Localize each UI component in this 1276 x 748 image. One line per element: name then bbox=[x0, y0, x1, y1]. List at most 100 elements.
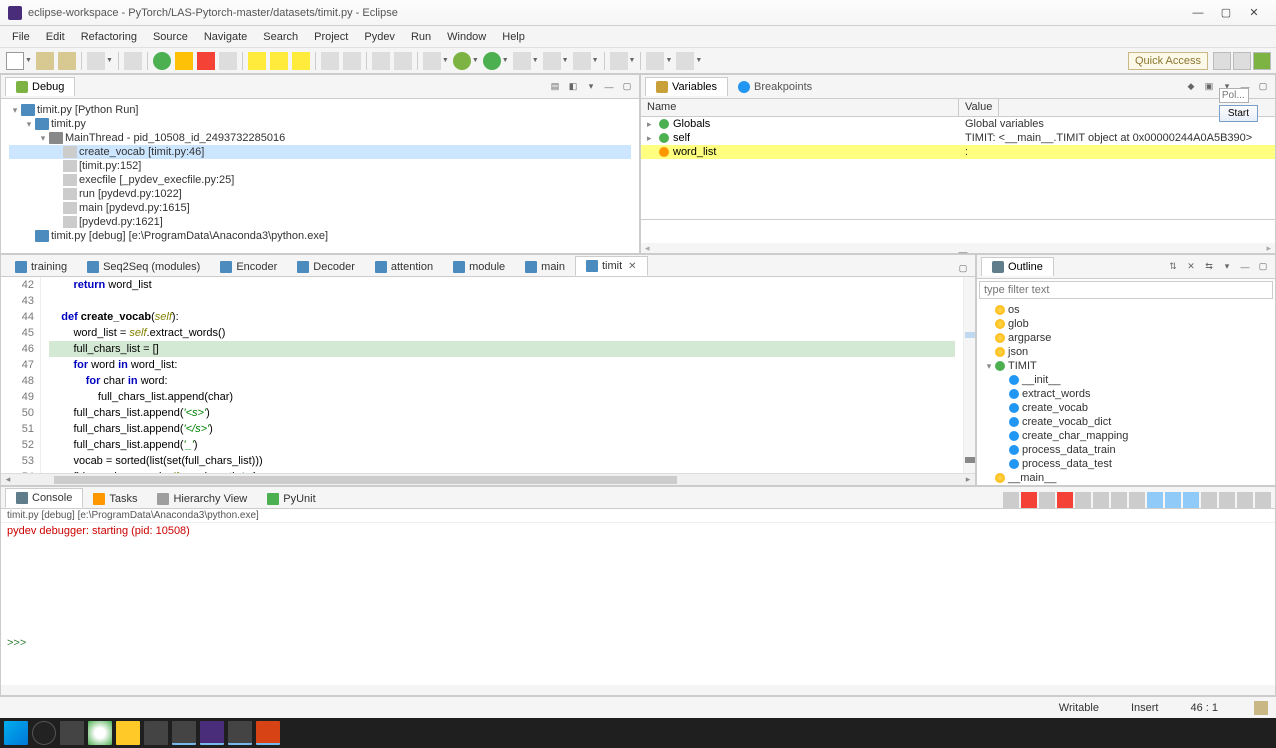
console-tab[interactable]: Console bbox=[5, 488, 83, 508]
stack-frame[interactable]: create_vocab [timit.py:46] bbox=[9, 145, 631, 159]
outline-item[interactable]: argparse bbox=[981, 331, 1271, 345]
outline-item[interactable]: __init__ bbox=[981, 373, 1271, 387]
pol-input[interactable] bbox=[1219, 88, 1249, 103]
debug-stack-tree[interactable]: ▾timit.py [Python Run]▾timit.py▾MainThre… bbox=[1, 99, 639, 253]
status-icon[interactable] bbox=[1254, 701, 1268, 715]
sort-icon[interactable]: ⇅ bbox=[1165, 259, 1181, 275]
editor-tab-seq2seq-modules-[interactable]: Seq2Seq (modules) bbox=[77, 258, 210, 276]
forward-icon[interactable] bbox=[676, 52, 694, 70]
variable-row[interactable]: word_list: bbox=[641, 145, 1275, 159]
stack-frame[interactable]: ▾MainThread - pid_10508_id_2493732285016 bbox=[9, 131, 631, 145]
minimize-button[interactable]: — bbox=[1184, 2, 1212, 24]
disconnect-icon[interactable] bbox=[219, 52, 237, 70]
debug-tab[interactable]: Debug bbox=[5, 77, 75, 96]
terminate-icon[interactable] bbox=[197, 52, 215, 70]
menu-pydev[interactable]: Pydev bbox=[356, 29, 403, 45]
variables-tab[interactable]: Variables bbox=[645, 77, 728, 96]
terminate2-icon[interactable] bbox=[1021, 492, 1037, 508]
stack-frame[interactable]: ▾timit.py [Python Run] bbox=[9, 103, 631, 117]
outline-item[interactable]: glob bbox=[981, 317, 1271, 331]
app1-icon[interactable] bbox=[172, 721, 196, 745]
hide-icon[interactable]: ✕ bbox=[1183, 259, 1199, 275]
clear-console-icon[interactable] bbox=[1003, 492, 1019, 508]
step-over-icon[interactable] bbox=[270, 52, 288, 70]
eclipse-taskbar-icon[interactable] bbox=[200, 721, 224, 745]
display-icon[interactable] bbox=[1129, 492, 1145, 508]
remove-all-icon[interactable] bbox=[1057, 492, 1073, 508]
emax-icon[interactable]: ▢ bbox=[955, 260, 971, 276]
set-next-icon[interactable] bbox=[372, 52, 390, 70]
resume-icon[interactable] bbox=[153, 52, 171, 70]
editor-tab-main[interactable]: main bbox=[515, 258, 575, 276]
variables-body[interactable]: ▸GlobalsGlobal variables▸selfTIMIT: <__m… bbox=[641, 117, 1275, 219]
menu-refactoring[interactable]: Refactoring bbox=[73, 29, 145, 45]
new-icon[interactable] bbox=[6, 52, 24, 70]
task-view-icon[interactable] bbox=[60, 721, 84, 745]
col-value[interactable]: Value bbox=[959, 99, 999, 116]
store-icon[interactable] bbox=[144, 721, 168, 745]
outline-item[interactable]: create_vocab bbox=[981, 401, 1271, 415]
suspend-icon[interactable] bbox=[175, 52, 193, 70]
cmenu-icon[interactable] bbox=[1219, 492, 1235, 508]
tool-icon[interactable] bbox=[423, 52, 441, 70]
close-button[interactable]: ✕ bbox=[1240, 2, 1268, 24]
outline-item[interactable]: create_char_mapping bbox=[981, 429, 1271, 443]
editor-tab-encoder[interactable]: Encoder bbox=[210, 258, 287, 276]
menu-edit[interactable]: Edit bbox=[38, 29, 73, 45]
btn1-icon[interactable] bbox=[1147, 492, 1163, 508]
max-icon[interactable]: ▢ bbox=[619, 79, 635, 95]
minimize-view-icon[interactable]: ▾ bbox=[583, 79, 599, 95]
menu-navigate[interactable]: Navigate bbox=[196, 29, 255, 45]
editor-tab-decoder[interactable]: Decoder bbox=[287, 258, 365, 276]
stack-frame[interactable]: execfile [_pydev_execfile.py:25] bbox=[9, 173, 631, 187]
cmin-icon[interactable] bbox=[1237, 492, 1253, 508]
outline-item[interactable]: json bbox=[981, 345, 1271, 359]
console-output-area[interactable]: pydev debugger: starting (pid: 10508) >>… bbox=[1, 523, 1275, 685]
coverage-icon[interactable] bbox=[513, 52, 531, 70]
step-return-icon[interactable] bbox=[292, 52, 310, 70]
menu-source[interactable]: Source bbox=[145, 29, 196, 45]
outline-item[interactable]: os bbox=[981, 303, 1271, 317]
outline-tree[interactable]: osglobargparsejson▾TIMIT__init__extract_… bbox=[977, 301, 1275, 485]
remove-launch-icon[interactable] bbox=[1039, 492, 1055, 508]
omenu-icon[interactable]: ▾ bbox=[1219, 259, 1235, 275]
min-icon[interactable]: — bbox=[601, 79, 617, 95]
cmax-icon[interactable] bbox=[1255, 492, 1271, 508]
menu-project[interactable]: Project bbox=[306, 29, 356, 45]
editor-tab-training[interactable]: training bbox=[5, 258, 77, 276]
outline-item[interactable]: extract_words bbox=[981, 387, 1271, 401]
outline-item[interactable]: process_data_test bbox=[981, 457, 1271, 471]
col-name[interactable]: Name bbox=[641, 99, 959, 116]
editor-tab-attention[interactable]: attention bbox=[365, 258, 443, 276]
explorer-icon[interactable] bbox=[116, 721, 140, 745]
save-all-icon[interactable] bbox=[58, 52, 76, 70]
menu-run[interactable]: Run bbox=[403, 29, 439, 45]
menu-window[interactable]: Window bbox=[439, 29, 494, 45]
maximize-button[interactable]: ▢ bbox=[1212, 2, 1240, 24]
tasks-tab[interactable]: Tasks bbox=[83, 490, 147, 508]
show-when-icon[interactable] bbox=[1093, 492, 1109, 508]
quick-access-field[interactable]: Quick Access bbox=[1128, 52, 1208, 70]
line-number-gutter[interactable]: 42434445464748495051525354 bbox=[1, 277, 41, 473]
outline-item[interactable]: create_vocab_dict bbox=[981, 415, 1271, 429]
next-annotation-icon[interactable] bbox=[124, 52, 142, 70]
outline-item[interactable]: __main__ bbox=[981, 471, 1271, 485]
omax-icon[interactable]: ▢ bbox=[1255, 259, 1271, 275]
editor-tab-timit[interactable]: timit✕ bbox=[575, 256, 648, 276]
editor-body[interactable]: 42434445464748495051525354 return word_l… bbox=[1, 277, 975, 473]
debug-perspective-icon[interactable] bbox=[1253, 52, 1271, 70]
stack-frame[interactable]: main [pydevd.py:1615] bbox=[9, 201, 631, 215]
pydev-perspective-icon[interactable] bbox=[1233, 52, 1251, 70]
step-into-icon[interactable] bbox=[248, 52, 266, 70]
console-prompt[interactable]: >>> bbox=[7, 637, 1269, 649]
stack-frame[interactable]: [pydevd.py:1621] bbox=[9, 215, 631, 229]
stack-frame[interactable]: ▾timit.py bbox=[9, 117, 631, 131]
search-icon[interactable] bbox=[573, 52, 591, 70]
pin-icon[interactable] bbox=[1111, 492, 1127, 508]
start-button[interactable]: Start bbox=[1219, 105, 1258, 122]
debug-icon[interactable] bbox=[453, 52, 471, 70]
app2-icon[interactable] bbox=[228, 721, 252, 745]
menu-file[interactable]: File bbox=[4, 29, 38, 45]
breakpoints-tab[interactable]: Breakpoints bbox=[728, 78, 822, 96]
close-tab-icon[interactable]: ✕ bbox=[628, 261, 636, 272]
